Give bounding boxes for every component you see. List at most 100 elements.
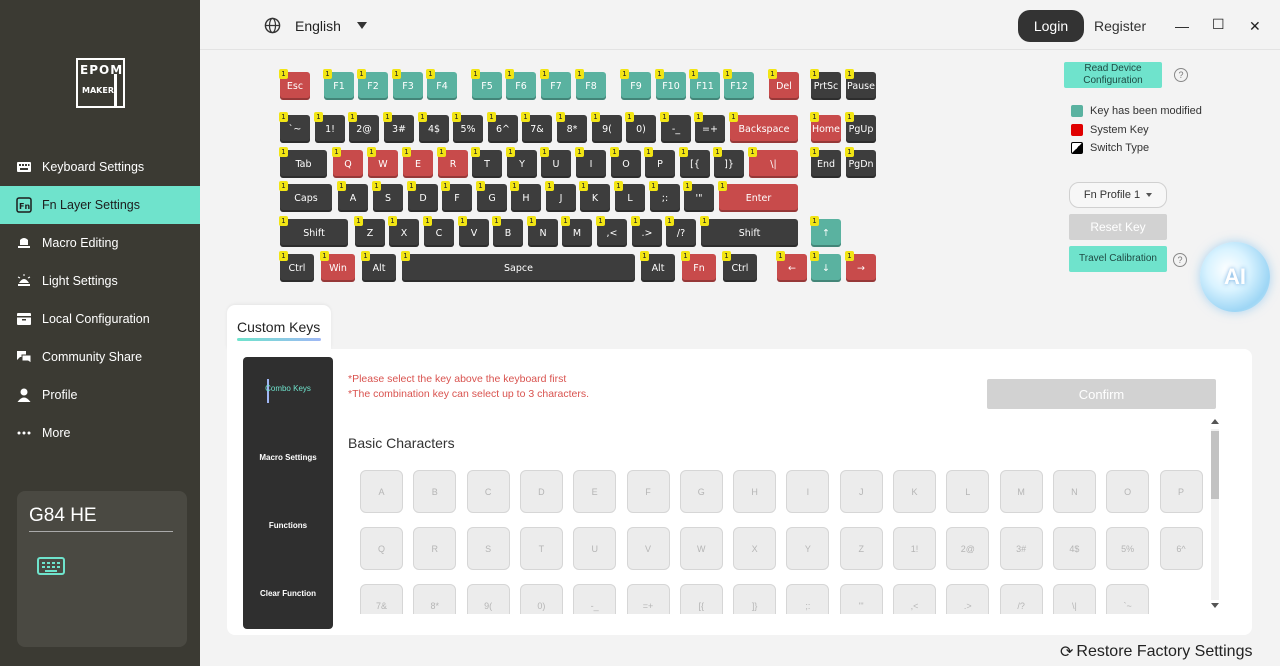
sidebar-item-fn-layer-settings[interactable]: Fn Fn Layer Settings xyxy=(0,186,200,224)
char-key[interactable]: G xyxy=(679,470,723,513)
key[interactable]: 1I xyxy=(575,147,606,178)
key[interactable]: 1 -_ xyxy=(660,112,691,143)
key[interactable]: 1]} xyxy=(713,147,744,178)
char-key[interactable]: T xyxy=(519,527,563,570)
char-key[interactable]: Q xyxy=(360,527,403,570)
char-key[interactable]: 3# xyxy=(999,527,1043,570)
scrollbar[interactable] xyxy=(1209,417,1221,612)
key[interactable]: 1 '" xyxy=(683,181,714,212)
key[interactable]: 1;: xyxy=(649,181,680,212)
key[interactable]: 1 F7 xyxy=(540,69,571,100)
char-key[interactable]: O xyxy=(1106,470,1150,513)
key[interactable]: 1O xyxy=(610,147,641,178)
side-item-clear-function[interactable]: Clear Function xyxy=(243,589,333,598)
key[interactable]: 1 8* xyxy=(556,112,587,143)
char-key[interactable]: N xyxy=(1052,470,1096,513)
sidebar-item-community-share[interactable]: Community Share xyxy=(0,338,200,376)
key[interactable]: 1H xyxy=(510,181,541,212)
key[interactable]: 1 Home xyxy=(810,112,841,143)
key[interactable]: 1 F6 xyxy=(505,69,536,100)
key[interactable]: 1 → xyxy=(845,251,876,282)
key[interactable]: 1Y xyxy=(506,147,537,178)
key[interactable]: 1S xyxy=(372,181,403,212)
key[interactable]: 1 .> xyxy=(631,216,662,247)
key[interactable]: 1F xyxy=(441,181,472,212)
key[interactable]: 1 Ctrl xyxy=(279,251,314,282)
maximize-icon[interactable]: ☐ xyxy=(1212,16,1225,33)
char-key[interactable]: I xyxy=(786,470,830,513)
char-key[interactable]: 5% xyxy=(1106,527,1150,570)
char-key[interactable]: D xyxy=(519,470,563,513)
key[interactable]: 1 F4 xyxy=(426,69,457,100)
char-key[interactable]: ,< xyxy=(893,584,936,614)
reset-key-button[interactable]: Reset Key xyxy=(1069,214,1167,240)
key[interactable]: 1T xyxy=(471,147,502,178)
key[interactable]: 1 PrtSc xyxy=(810,69,841,100)
char-key[interactable]: P xyxy=(1159,470,1203,513)
key[interactable]: 1Q xyxy=(332,147,363,178)
char-key[interactable]: R xyxy=(413,527,457,570)
char-key[interactable]: \| xyxy=(1052,584,1096,614)
key[interactable]: 1 F1 xyxy=(323,69,354,100)
device-card[interactable]: G84 HE xyxy=(17,491,187,647)
help-icon[interactable]: ? xyxy=(1173,253,1187,267)
sidebar-item-keyboard-settings[interactable]: Keyboard Settings xyxy=(0,148,200,186)
key[interactable]: 1X xyxy=(388,216,419,247)
key[interactable]: 1 \| xyxy=(748,147,798,178)
key[interactable]: 1 F3 xyxy=(392,69,423,100)
char-key[interactable]: '" xyxy=(839,584,883,614)
key[interactable]: 1P xyxy=(644,147,675,178)
char-key[interactable]: ]} xyxy=(733,584,777,614)
char-key[interactable]: 8* xyxy=(413,584,457,614)
key[interactable]: 1 Ctrl xyxy=(722,251,757,282)
travel-calibration-button[interactable]: Travel Calibration xyxy=(1069,246,1167,272)
char-key[interactable]: -_ xyxy=(573,584,617,614)
confirm-button[interactable]: Confirm xyxy=(987,379,1216,409)
ai-assistant-button[interactable]: AI xyxy=(1200,242,1270,312)
char-key[interactable]: .> xyxy=(946,584,990,614)
char-key[interactable]: 4$ xyxy=(1052,527,1096,570)
char-key[interactable]: L xyxy=(946,470,990,513)
char-key[interactable]: E xyxy=(573,470,617,513)
sidebar-item-profile[interactable]: Profile xyxy=(0,376,200,414)
char-key[interactable]: 9( xyxy=(466,584,510,614)
key[interactable]: 1R xyxy=(437,147,468,178)
key[interactable]: 1[{ xyxy=(679,147,710,178)
key[interactable]: 1 F11 xyxy=(689,69,720,100)
key[interactable]: 1 F2 xyxy=(357,69,388,100)
char-key[interactable]: X xyxy=(733,527,777,570)
key[interactable]: 1L xyxy=(614,181,645,212)
key[interactable]: 1 ↑ xyxy=(810,216,841,247)
register-link[interactable]: Register xyxy=(1094,18,1146,34)
key[interactable]: 1 ,< xyxy=(596,216,627,247)
key[interactable]: 1V xyxy=(458,216,489,247)
key[interactable]: 1E xyxy=(402,147,433,178)
char-key[interactable]: 2@ xyxy=(946,527,990,570)
key[interactable]: 1 Win xyxy=(320,251,355,282)
char-key[interactable]: =+ xyxy=(626,584,670,614)
minimize-icon[interactable]: — xyxy=(1175,18,1189,34)
key[interactable]: 1 =+ xyxy=(694,112,725,143)
language-selector[interactable]: English xyxy=(264,17,367,34)
sidebar-item-more[interactable]: More xyxy=(0,414,200,452)
char-key[interactable]: Y xyxy=(786,527,830,570)
key[interactable]: 1 Sapce xyxy=(401,251,635,282)
char-key[interactable]: A xyxy=(360,470,403,513)
close-icon[interactable]: ✕ xyxy=(1249,18,1261,35)
key[interactable]: 1N xyxy=(527,216,558,247)
key[interactable]: 1 End xyxy=(810,147,841,178)
sidebar-item-macro-editing[interactable]: Macro Editing xyxy=(0,224,200,262)
key[interactable]: 1 Alt xyxy=(361,251,396,282)
key[interactable]: 1 F5 xyxy=(471,69,502,100)
char-key[interactable]: /? xyxy=(999,584,1043,614)
key[interactable]: 1 F9 xyxy=(620,69,651,100)
scroll-down-icon[interactable] xyxy=(1211,603,1219,608)
key[interactable]: 1 Pause xyxy=(845,69,876,100)
char-key[interactable]: W xyxy=(679,527,723,570)
key[interactable]: 1 F8 xyxy=(575,69,606,100)
key[interactable]: 1 F12 xyxy=(723,69,754,100)
key[interactable]: 1W xyxy=(367,147,398,178)
char-key[interactable]: S xyxy=(466,527,510,570)
char-key[interactable]: 6^ xyxy=(1159,527,1203,570)
key[interactable]: 1 Shift xyxy=(700,216,798,247)
